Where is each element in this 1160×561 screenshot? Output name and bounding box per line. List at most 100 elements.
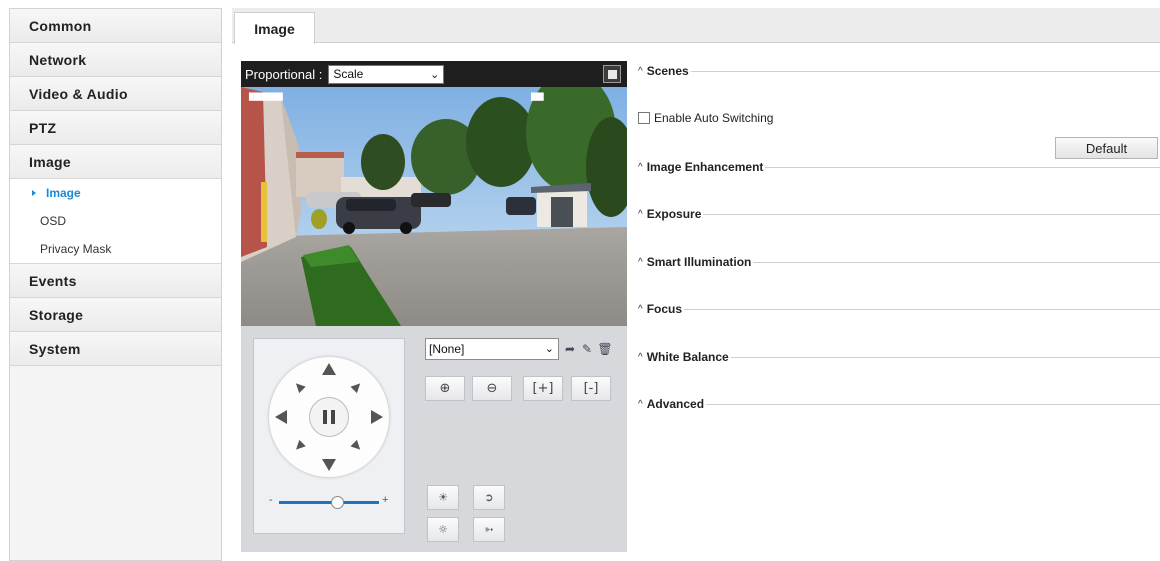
sidebar-item-privacy-mask[interactable]: Privacy Mask	[10, 235, 221, 263]
section-divider	[690, 70, 1160, 72]
section-divider	[684, 308, 1160, 310]
sidebar-item-label: Privacy Mask	[40, 242, 112, 256]
goto-preset-icon[interactable]: ➦	[563, 342, 577, 356]
image-submenu: Image OSD Privacy Mask	[10, 179, 221, 264]
section-advanced[interactable]: ^ Advanced	[638, 394, 1160, 414]
ptz-speed-slider[interactable]: - +	[269, 494, 391, 509]
light-settings-icon: ☼	[438, 523, 448, 536]
section-title: Focus	[646, 302, 683, 316]
video-toolbar: Proportional : Scale ⌄	[241, 61, 627, 87]
wiper-icon: ➲	[484, 491, 494, 504]
nav-group-label: Events	[29, 272, 77, 289]
nav-group-label: Video & Audio	[29, 85, 128, 102]
section-title: Advanced	[646, 397, 705, 411]
chevron-down-icon: ⌄	[544, 343, 554, 355]
light-settings-button[interactable]: ☼	[427, 517, 459, 542]
section-title: Image Enhancement	[646, 160, 764, 174]
preset-select[interactable]: [None] ⌄	[425, 338, 559, 360]
section-focus[interactable]: ^ Focus	[638, 299, 1160, 319]
zoom-in-button[interactable]: ⊕	[425, 376, 465, 401]
preset-select-value: [None]	[429, 342, 465, 356]
pan-up-icon[interactable]	[322, 363, 336, 375]
tab-strip: Image	[232, 8, 1160, 44]
zoom-in-icon: ⊕	[439, 381, 451, 396]
slider-track	[279, 501, 379, 504]
auto-switching-row[interactable]: Enable Auto Switching	[638, 111, 773, 125]
light-button[interactable]: ☀	[427, 485, 459, 510]
nav-group-events[interactable]: Events	[10, 264, 221, 298]
auto-switching-checkbox[interactable]	[638, 112, 650, 124]
nav-group-storage[interactable]: Storage	[10, 298, 221, 332]
focus-near-icon: [+]	[532, 381, 554, 396]
pan-right-icon[interactable]	[371, 410, 383, 424]
section-white-balance[interactable]: ^ White Balance	[638, 347, 1160, 367]
zoom-out-button[interactable]: ⊖	[472, 376, 512, 401]
ptz-control-panel: ▲ ▲ ▲ ▲ - +	[253, 338, 405, 534]
ptz-direction-pad[interactable]: ▲ ▲ ▲ ▲	[269, 357, 389, 477]
section-scenes[interactable]: ^ Scenes	[638, 61, 1160, 81]
pan-up-right-icon[interactable]: ▲	[349, 378, 365, 394]
section-exposure[interactable]: ^ Exposure	[638, 204, 1160, 224]
nav-group-label: Image	[29, 153, 71, 170]
sidebar-nav: Common Network Video & Audio PTZ Image I…	[9, 8, 222, 561]
live-view-panel: Proportional : Scale ⌄ ████████ ███ ▲ ▲ …	[241, 61, 627, 552]
light-icon: ☀	[438, 491, 448, 504]
collapse-caret-icon: ^	[638, 256, 643, 268]
focus-near-button[interactable]: [+]	[523, 376, 563, 401]
fullscreen-icon	[607, 69, 617, 79]
section-smart-illumination[interactable]: ^ Smart Illumination	[638, 252, 1160, 272]
collapse-caret-icon: ^	[638, 65, 643, 77]
pan-down-right-icon[interactable]: ▲	[349, 439, 365, 455]
nav-group-network[interactable]: Network	[10, 43, 221, 77]
pan-down-left-icon[interactable]: ▲	[290, 439, 306, 455]
delete-preset-icon[interactable]: 🗑	[597, 342, 612, 356]
section-divider	[765, 166, 1160, 168]
collapse-caret-icon: ^	[638, 398, 643, 410]
nav-group-label: Common	[29, 17, 92, 34]
auto-switching-label: Enable Auto Switching	[654, 111, 774, 125]
section-divider	[730, 356, 1160, 358]
slider-thumb[interactable]	[331, 496, 344, 509]
focus-far-button[interactable]: [-]	[571, 376, 611, 401]
video-stream[interactable]: ████████ ███	[241, 87, 627, 326]
nav-group-ptz[interactable]: PTZ	[10, 111, 221, 145]
collapse-caret-icon: ^	[638, 208, 643, 220]
wiper-settings-button[interactable]: ➳	[473, 517, 505, 542]
section-title: Smart Illumination	[646, 255, 752, 269]
pan-up-left-icon[interactable]: ▲	[290, 378, 306, 394]
nav-group-label: System	[29, 340, 81, 357]
edit-preset-icon[interactable]: ✎	[580, 342, 594, 356]
nav-group-label: Storage	[29, 306, 84, 323]
wiper-settings-icon: ➳	[484, 523, 494, 536]
scale-select[interactable]: Scale ⌄	[328, 64, 445, 84]
camera-scene-image	[241, 87, 627, 326]
sidebar-item-osd[interactable]: OSD	[10, 207, 221, 235]
section-divider	[753, 261, 1160, 263]
pause-icon	[323, 410, 335, 424]
wiper-button[interactable]: ➲	[473, 485, 505, 510]
section-image-enhancement[interactable]: ^ Image Enhancement	[638, 157, 1160, 177]
nav-group-system[interactable]: System	[10, 332, 221, 366]
tab-image[interactable]: Image	[234, 12, 315, 44]
nav-group-image[interactable]: Image	[10, 145, 221, 179]
sidebar-item-image[interactable]: Image	[10, 179, 221, 207]
section-title: White Balance	[646, 350, 729, 364]
default-button-label: Default	[1085, 140, 1128, 156]
fullscreen-button[interactable]	[603, 65, 621, 83]
pan-down-icon[interactable]	[322, 459, 336, 471]
section-title: Exposure	[646, 207, 702, 221]
nav-group-common[interactable]: Common	[10, 9, 221, 43]
pause-button[interactable]	[309, 397, 349, 437]
chevron-down-icon: ⌄	[430, 68, 440, 81]
collapse-caret-icon: ^	[638, 161, 643, 173]
pan-left-icon[interactable]	[275, 410, 287, 424]
nav-group-video-audio[interactable]: Video & Audio	[10, 77, 221, 111]
nav-group-label: Network	[29, 51, 87, 68]
default-button[interactable]: Default	[1055, 137, 1158, 159]
section-divider	[703, 213, 1160, 215]
collapse-caret-icon: ^	[638, 351, 643, 363]
caret-right-icon	[32, 190, 36, 196]
focus-far-icon: [-]	[583, 381, 599, 396]
collapse-caret-icon: ^	[638, 303, 643, 315]
scale-select-value: Scale	[333, 67, 364, 81]
